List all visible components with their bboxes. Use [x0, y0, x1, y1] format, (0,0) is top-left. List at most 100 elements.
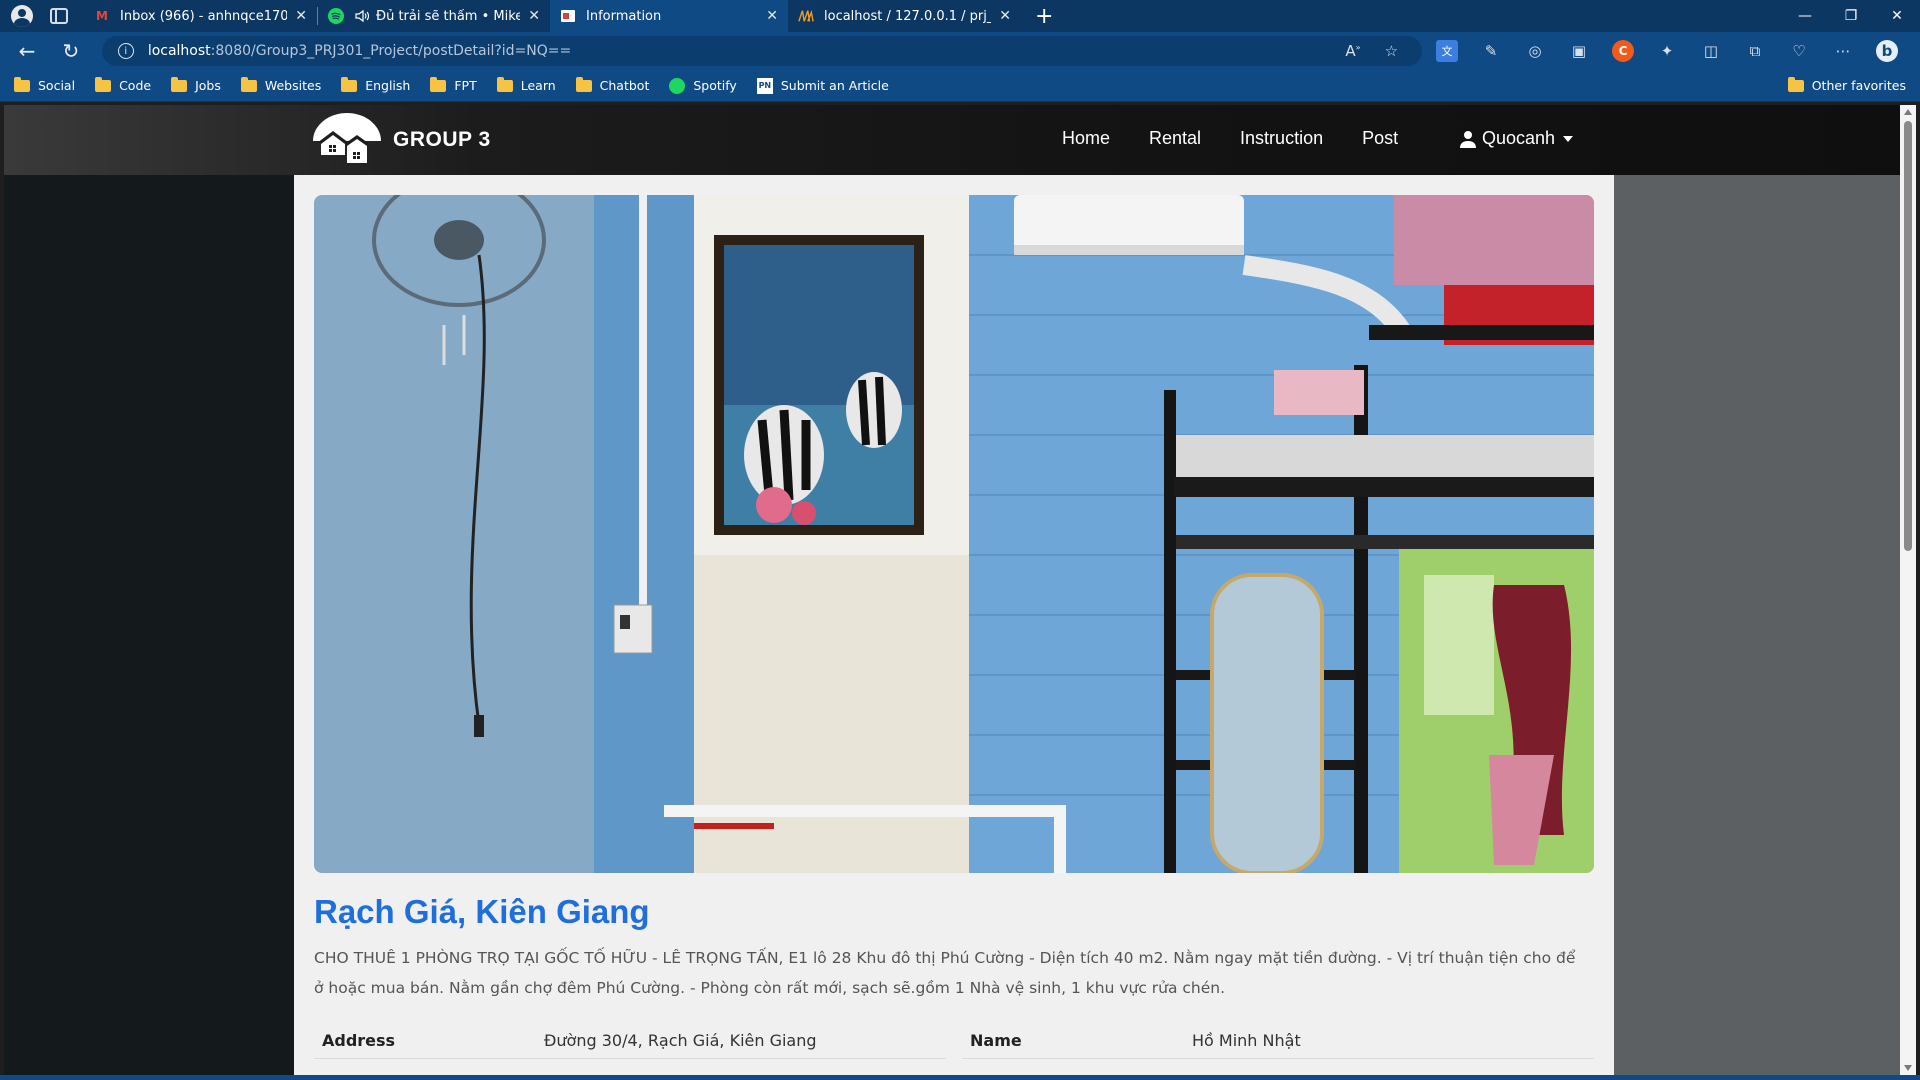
user-name: Quocanh: [1482, 128, 1556, 148]
nav-rental[interactable]: Rental: [1149, 128, 1201, 149]
bookmark-label: Learn: [520, 78, 556, 93]
bookmark-english[interactable]: English: [341, 76, 411, 93]
window-controls: — ❐ ✕: [1782, 0, 1920, 32]
tab-label: Inbox (966) - anhnqce170483@f: [120, 8, 288, 24]
bookmark-label: Social: [38, 78, 76, 93]
detail-row-address: Address Đường 30/4, Rạch Giá, Kiên Giang: [314, 1023, 946, 1059]
url-text[interactable]: localhost:8080/Group3_PRJ301_Project/pos…: [148, 43, 1346, 59]
chevron-down-icon: [1563, 135, 1574, 142]
nav-home[interactable]: Home: [1062, 128, 1110, 149]
close-icon[interactable]: ✕: [528, 8, 540, 24]
bookmark-submit-article[interactable]: PN Submit an Article: [756, 77, 889, 94]
post-details-table: Address Đường 30/4, Rạch Giá, Kiên Giang…: [314, 1023, 1594, 1075]
bookmark-other-favorites[interactable]: Other favorites: [1787, 76, 1906, 93]
extensions-bar: 文 ✎ ◎ ▣ C ✦ ◫ ⧉ ♡ ⋯ b: [1436, 40, 1920, 62]
bookmark-jobs[interactable]: Jobs: [171, 76, 221, 93]
detail-row-cut-off: [962, 1059, 1594, 1075]
scroll-up-icon[interactable]: [1904, 109, 1912, 115]
new-tab-plus-icon[interactable]: +: [1035, 4, 1053, 29]
bookmark-websites[interactable]: Websites: [240, 76, 322, 93]
close-icon[interactable]: ✕: [295, 8, 307, 24]
detail-value: Đường 30/4, Rạch Giá, Kiên Giang: [544, 1031, 817, 1050]
tab-actions-icon[interactable]: [50, 8, 68, 24]
bookmark-label: Submit an Article: [780, 78, 889, 93]
folder-icon: [341, 76, 358, 92]
site-brand[interactable]: GROUP 3: [393, 128, 491, 152]
tab-gmail[interactable]: M Inbox (966) - anhnqce170483@f ✕: [84, 0, 317, 32]
page-viewport: GROUP 3 Home Rental Instruction Post Quo…: [4, 105, 1900, 1075]
close-icon[interactable]: ✕: [766, 8, 778, 24]
bookmark-label: Other favorites: [1811, 78, 1906, 93]
favorite-star-icon[interactable]: ☆: [1385, 42, 1398, 60]
bookmark-chatbot[interactable]: Chatbot: [575, 76, 649, 93]
url-path: :8080/Group3_PRJ301_Project/postDetail?i…: [210, 43, 572, 59]
nav-post[interactable]: Post: [1362, 128, 1398, 149]
right-gutter: [1614, 175, 1900, 1075]
bookmark-label: Websites: [264, 78, 322, 93]
speaker-icon[interactable]: [354, 8, 370, 24]
folder-icon: [430, 76, 447, 92]
info-icon[interactable]: i: [117, 43, 134, 59]
site-navbar: GROUP 3 Home Rental Instruction Post Quo…: [4, 105, 1900, 175]
bookmark-code[interactable]: Code: [95, 76, 151, 93]
more-menu-icon[interactable]: ⋯: [1832, 40, 1854, 62]
folder-icon: [95, 76, 112, 92]
page-scrollbar[interactable]: [1900, 105, 1916, 1075]
extension-pen-icon[interactable]: ✎: [1480, 40, 1502, 62]
detail-row-name: Name Hồ Minh Nhật: [962, 1023, 1594, 1059]
post-detail-container: Rạch Giá, Kiên Giang CHO THUÊ 1 PHÒNG TR…: [294, 175, 1614, 1075]
detail-value: Hồ Minh Nhật: [1192, 1031, 1301, 1050]
folder-icon: [171, 76, 188, 92]
c-extension-icon[interactable]: C: [1612, 40, 1635, 62]
window-bottom-edge: [0, 1075, 1920, 1080]
main-nav: Home Rental Instruction Post: [1062, 128, 1437, 149]
profile-avatar-icon[interactable]: [11, 5, 33, 27]
house-logo-icon[interactable]: [309, 111, 385, 167]
folder-icon: [1787, 76, 1804, 92]
folder-icon: [14, 76, 30, 92]
bookmark-learn[interactable]: Learn: [496, 76, 556, 93]
restore-icon[interactable]: ❐: [1828, 8, 1874, 24]
address-bar[interactable]: i localhost:8080/Group3_PRJ301_Project/p…: [101, 36, 1423, 66]
publisher-icon: PN: [756, 77, 773, 94]
translate-icon[interactable]: 文: [1436, 40, 1459, 62]
folder-icon: [496, 76, 513, 92]
split-screen-icon[interactable]: ◫: [1700, 40, 1722, 62]
details-right-column: Name Hồ Minh Nhật: [962, 1023, 1594, 1075]
bing-copilot-icon[interactable]: b: [1876, 40, 1899, 62]
tab-information[interactable]: Information ✕: [550, 0, 788, 32]
user-dropdown[interactable]: Quocanh: [1460, 128, 1574, 149]
tab-label: localhost / 127.0.0.1 / prj_project: [824, 8, 991, 24]
extensions-puzzle-icon[interactable]: ✦: [1656, 40, 1678, 62]
room-photo: [314, 195, 1594, 873]
scroll-down-icon[interactable]: [1904, 1065, 1912, 1071]
close-icon[interactable]: ✕: [999, 8, 1011, 24]
back-arrow-icon[interactable]: ←: [10, 39, 44, 63]
minimize-icon[interactable]: —: [1782, 8, 1828, 24]
bookmark-fpt[interactable]: FPT: [430, 76, 477, 93]
details-left-column: Address Đường 30/4, Rạch Giá, Kiên Giang: [314, 1023, 946, 1075]
nav-instruction[interactable]: Instruction: [1240, 128, 1323, 149]
browser-essentials-icon[interactable]: ♡: [1788, 40, 1810, 62]
compass-icon[interactable]: ◎: [1524, 40, 1546, 62]
read-aloud-icon[interactable]: A»: [1345, 42, 1360, 60]
bookmark-label: Jobs: [195, 78, 221, 93]
window-close-icon[interactable]: ✕: [1874, 8, 1920, 24]
tab-label: Đủ trải sẽ thấm • Mikelodic: [376, 8, 521, 24]
bookmarks-bar: Social Code Jobs Websites English FPT Le…: [0, 70, 1920, 102]
bookmark-label: English: [365, 78, 411, 93]
adblock-icon[interactable]: ▣: [1568, 40, 1590, 62]
collections-icon[interactable]: ⧉: [1744, 40, 1766, 62]
tab-phpmyadmin[interactable]: localhost / 127.0.0.1 / prj_project ✕: [788, 0, 1021, 32]
scrollbar-thumb[interactable]: [1904, 121, 1912, 551]
browser-tab-strip: M Inbox (966) - anhnqce170483@f ✕ Đủ trả…: [0, 0, 1920, 32]
reload-icon[interactable]: ↻: [54, 39, 88, 63]
detail-key: Name: [970, 1031, 1022, 1050]
post-description: CHO THUÊ 1 PHÒNG TRỌ TẠI GỐC TỐ HỮU - LÊ…: [314, 949, 1576, 997]
bookmark-spotify[interactable]: Spotify: [669, 77, 737, 94]
tab-spotify[interactable]: Đủ trải sẽ thấm • Mikelodic ✕: [318, 0, 550, 32]
folder-icon: [240, 76, 257, 92]
bookmark-social[interactable]: Social: [14, 76, 76, 93]
gmail-icon: M: [96, 9, 108, 23]
page-icon: [560, 8, 576, 24]
